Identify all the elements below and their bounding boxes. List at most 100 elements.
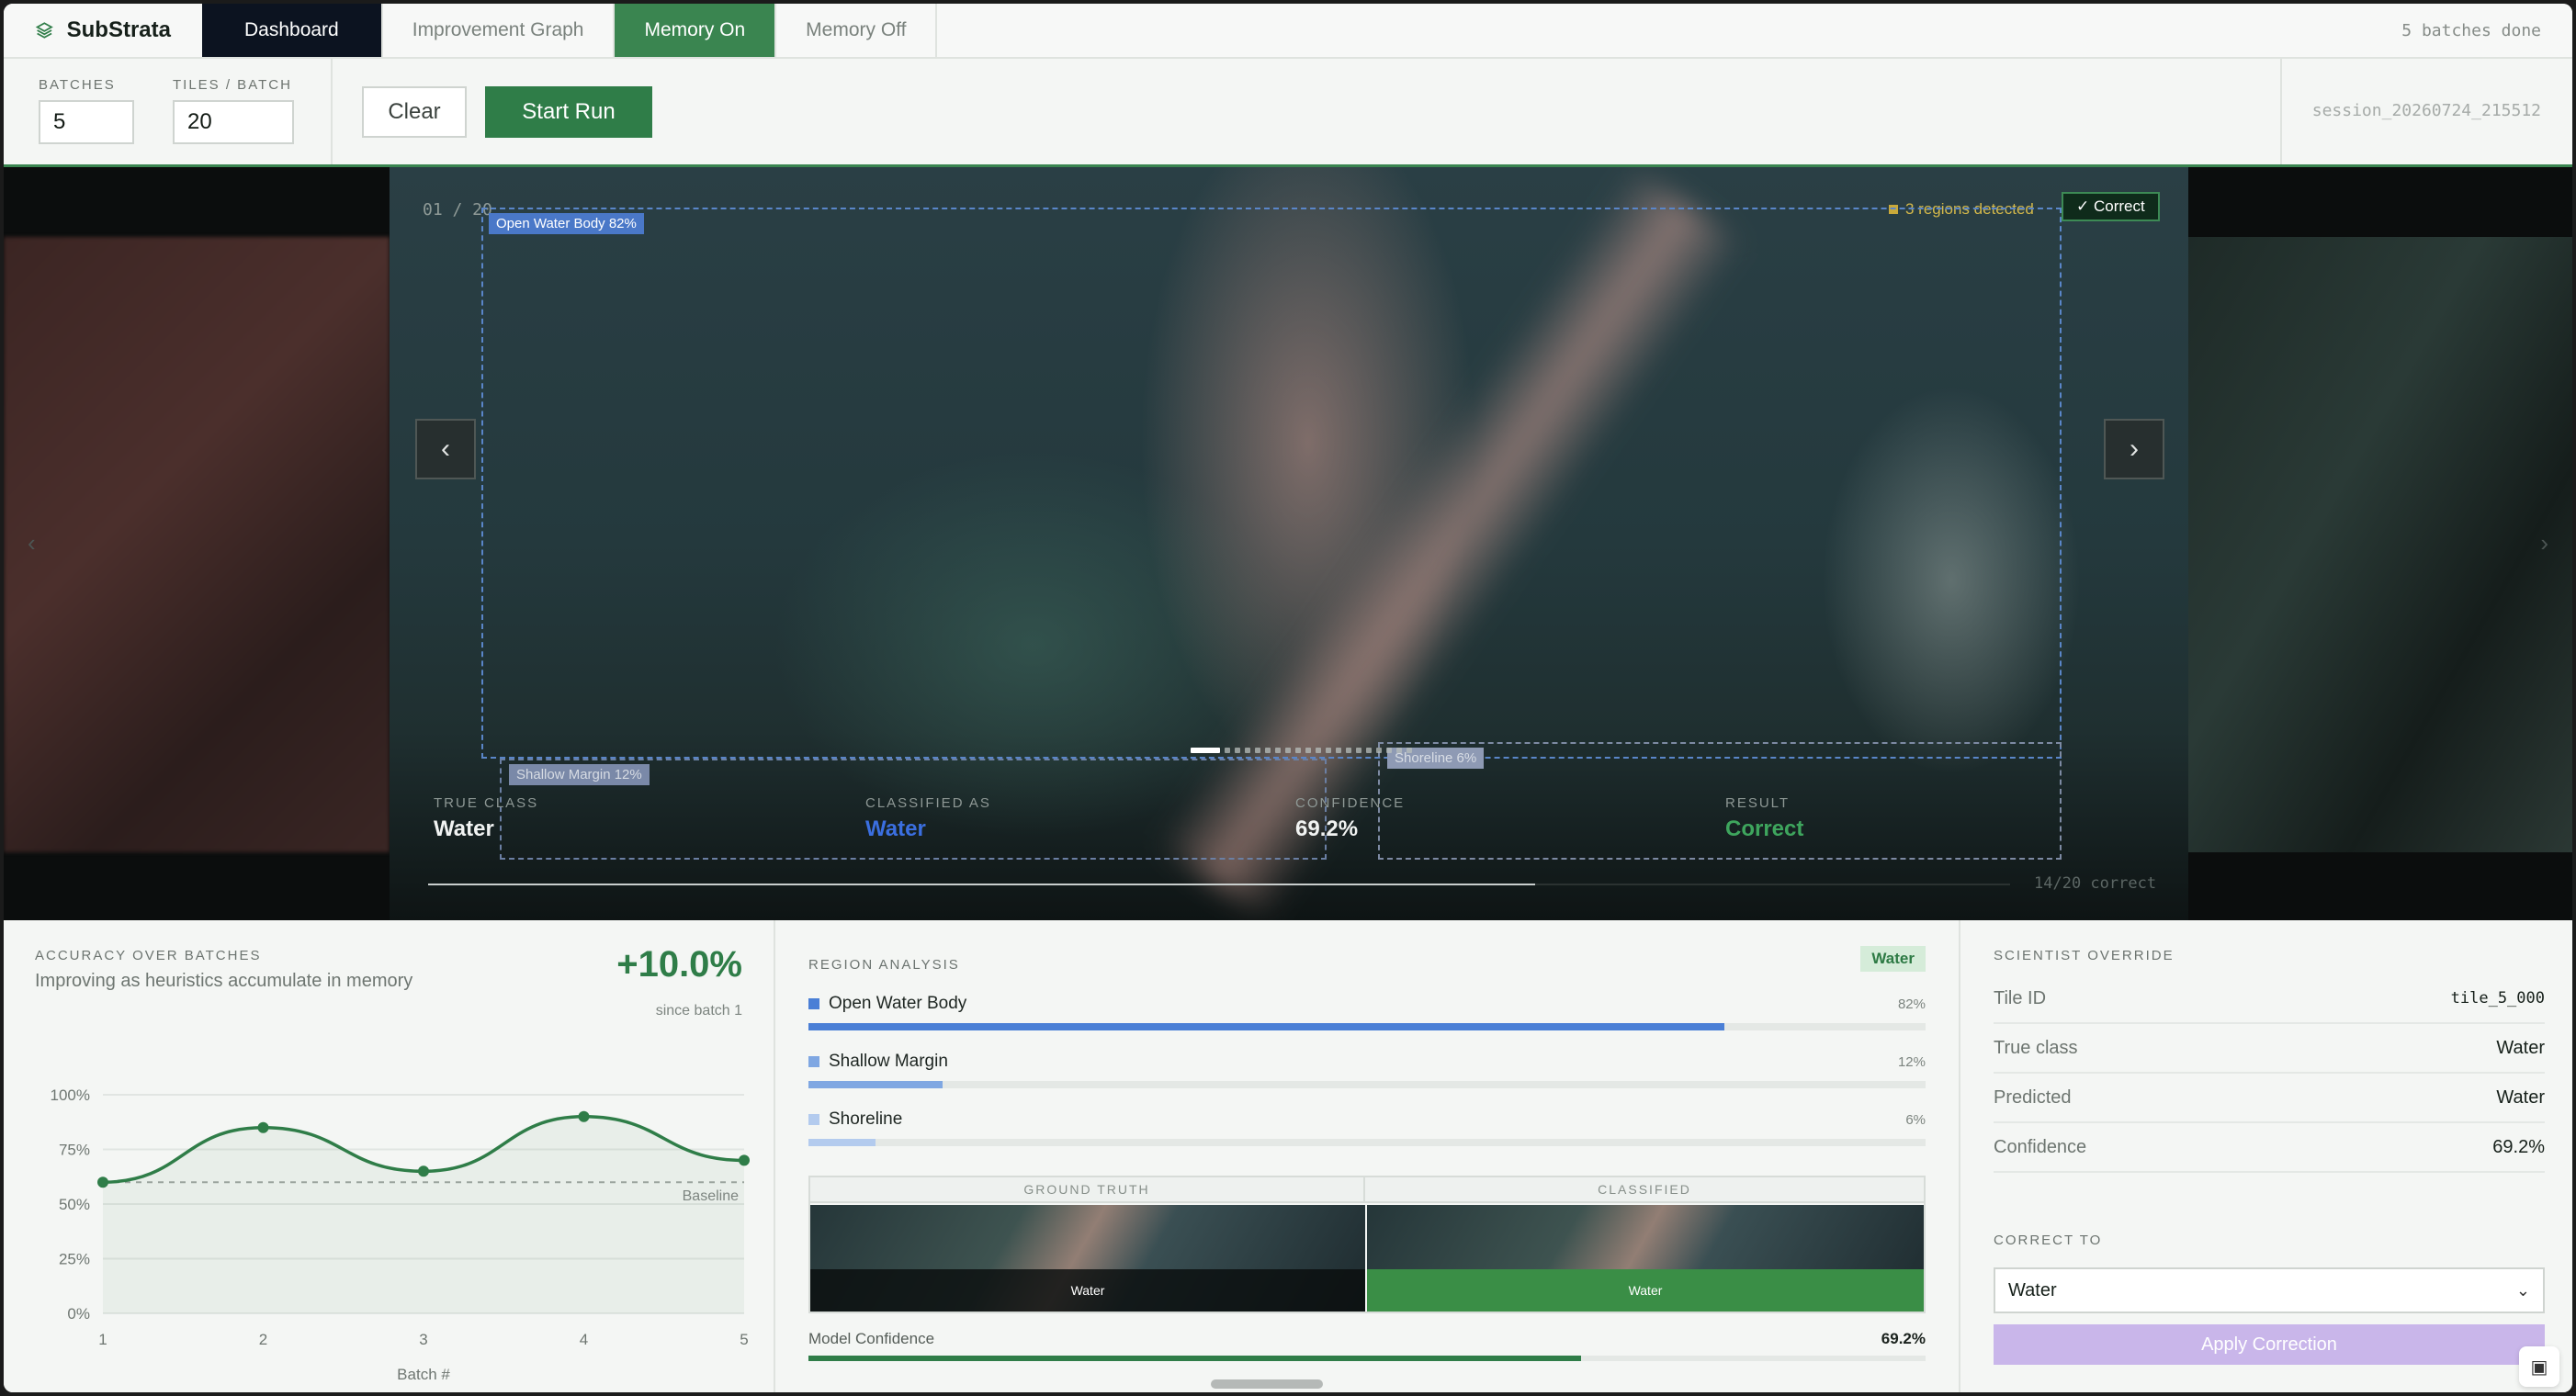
- horizontal-scrollbar[interactable]: [1211, 1379, 1323, 1389]
- pagination-dot[interactable]: [1326, 748, 1331, 753]
- classified-label: CLASSIFIED AS: [865, 795, 991, 811]
- override-true-class-value: Water: [2496, 1037, 2545, 1058]
- pagination-dot[interactable]: [1376, 748, 1382, 753]
- correct-to-select[interactable]: Water ⌄: [1994, 1267, 2545, 1313]
- model-confidence-value: 69.2%: [1881, 1330, 1926, 1347]
- pagination-dot[interactable]: [1295, 748, 1301, 753]
- pagination-dot[interactable]: [1225, 748, 1230, 753]
- pagination-dot[interactable]: [1386, 748, 1392, 753]
- x-tick-label: 2: [259, 1331, 267, 1348]
- apply-correction-button[interactable]: Apply Correction: [1994, 1324, 2545, 1365]
- tiles-field: TILES / BATCH 20: [173, 77, 294, 144]
- x-tick-label: 3: [419, 1331, 427, 1348]
- region-pct: 12%: [1897, 1053, 1926, 1070]
- pagination-dot[interactable]: [1235, 748, 1240, 753]
- data-point: [257, 1121, 269, 1133]
- pagination-dot[interactable]: [1255, 748, 1260, 753]
- true-class-row: True class Water: [1994, 1024, 2545, 1074]
- divider: [2280, 59, 2282, 164]
- classified-header: CLASSIFIED: [1365, 1177, 1924, 1203]
- region-pct: 6%: [1905, 1111, 1926, 1128]
- pagination-dot[interactable]: [1265, 748, 1271, 753]
- confidence-value: 69.2%: [1295, 816, 1359, 841]
- start-run-button[interactable]: Start Run: [485, 86, 652, 138]
- result-block: RESULT Correct: [1725, 795, 1803, 842]
- region-pct: 82%: [1897, 996, 1926, 1012]
- pagination-dots[interactable]: [1191, 748, 1412, 753]
- prev-tile-preview[interactable]: [4, 237, 390, 852]
- model-confidence-label: Model Confidence: [808, 1330, 935, 1347]
- true-class-block: TRUE CLASS Water: [434, 795, 538, 842]
- y-tick-label: 0%: [67, 1305, 90, 1323]
- y-tick-label: 75%: [59, 1142, 90, 1159]
- clear-button[interactable]: Clear: [362, 86, 467, 138]
- tab-memory-on[interactable]: Memory On: [615, 4, 777, 57]
- region-analysis-title: REGION ANALYSIS: [808, 957, 960, 973]
- progress-label: 14/20 correct: [2034, 874, 2157, 893]
- pagination-dot[interactable]: [1396, 748, 1402, 753]
- edge-prev-icon[interactable]: ‹: [28, 529, 36, 557]
- pagination-dot[interactable]: [1346, 748, 1351, 753]
- legend-swatch: [808, 1114, 819, 1125]
- ground-truth-thumb: Water: [810, 1205, 1365, 1312]
- classified-block: CLASSIFIED AS Water: [865, 795, 991, 842]
- chevron-down-icon: ⌄: [2515, 1280, 2530, 1300]
- correct-to-value: Water: [2008, 1279, 2057, 1300]
- pagination-dot[interactable]: [1356, 748, 1361, 753]
- y-tick-label: 50%: [59, 1196, 90, 1213]
- divider: [331, 59, 333, 164]
- correct-to-label: CORRECT TO: [1994, 1233, 2103, 1248]
- region-row-shallow-margin: Shallow Margin 12%: [808, 1052, 1926, 1088]
- session-id: session_20260724_215512: [2311, 101, 2541, 120]
- class-badge: Water: [1860, 946, 1926, 972]
- tile-id-label: Tile ID: [1994, 987, 2047, 1008]
- classified-caption: Water: [1367, 1269, 1924, 1312]
- predicted-label: Predicted: [1994, 1086, 2072, 1108]
- pagination-dot[interactable]: [1366, 748, 1372, 753]
- next-button[interactable]: ›: [2104, 419, 2164, 479]
- edge-next-icon[interactable]: ›: [2540, 529, 2548, 557]
- legend-swatch: [808, 998, 819, 1009]
- pagination-dot[interactable]: [1245, 748, 1250, 753]
- pagination-dot[interactable]: [1407, 748, 1412, 753]
- pagination-dot[interactable]: [1191, 748, 1220, 753]
- region-box-shoreline[interactable]: Shoreline 6%: [1378, 742, 2062, 860]
- tiles-input[interactable]: 20: [173, 100, 294, 144]
- region-bar: [808, 1081, 943, 1088]
- divider: [774, 920, 775, 1392]
- brand: SubStrata: [4, 4, 202, 57]
- true-class-label: TRUE CLASS: [434, 795, 539, 811]
- tab-dashboard[interactable]: Dashboard: [202, 4, 383, 57]
- pagination-dot[interactable]: [1305, 748, 1311, 753]
- batch-status: 5 batches done: [2401, 20, 2541, 40]
- region-row-open-water: Open Water Body 82%: [808, 994, 1926, 1030]
- prev-button[interactable]: ‹: [415, 419, 476, 479]
- next-tile-preview[interactable]: [2186, 237, 2572, 852]
- scan-icon[interactable]: ▣: [2519, 1346, 2559, 1387]
- result-label: RESULT: [1725, 795, 1791, 811]
- tile-id-value: tile_5_000: [2450, 989, 2545, 1008]
- tile-id-row: Tile ID tile_5_000: [1994, 974, 2545, 1024]
- correct-progress-bar: [428, 884, 2010, 885]
- divider: [1959, 920, 1960, 1392]
- pagination-dot[interactable]: [1275, 748, 1281, 753]
- tiles-label: TILES / BATCH: [173, 77, 292, 93]
- accuracy-panel: ACCURACY OVER BATCHES Improving as heuri…: [35, 944, 750, 1383]
- batches-input[interactable]: 5: [39, 100, 134, 144]
- layers-icon: [35, 22, 53, 39]
- pagination-dot[interactable]: [1316, 748, 1321, 753]
- x-tick-label: 5: [740, 1331, 748, 1348]
- region-tag: Shallow Margin 12%: [509, 764, 650, 785]
- result-value: Correct: [1725, 816, 1804, 841]
- region-box-open-water[interactable]: Open Water Body 82%: [481, 208, 2062, 759]
- pagination-dot[interactable]: [1336, 748, 1341, 753]
- pagination-dot[interactable]: [1285, 748, 1291, 753]
- override-title: SCIENTIST OVERRIDE: [1994, 948, 2175, 963]
- tab-improvement-graph[interactable]: Improvement Graph: [383, 4, 616, 57]
- scientist-override-panel: SCIENTIST OVERRIDE Tile ID tile_5_000 Tr…: [1994, 948, 2545, 1365]
- bottom-panels: ACCURACY OVER BATCHES Improving as heuri…: [4, 920, 2572, 1392]
- tab-memory-off[interactable]: Memory Off: [776, 4, 938, 57]
- y-tick-label: 25%: [59, 1251, 90, 1268]
- batches-label: BATCHES: [39, 77, 116, 93]
- true-class-value: Water: [434, 816, 494, 841]
